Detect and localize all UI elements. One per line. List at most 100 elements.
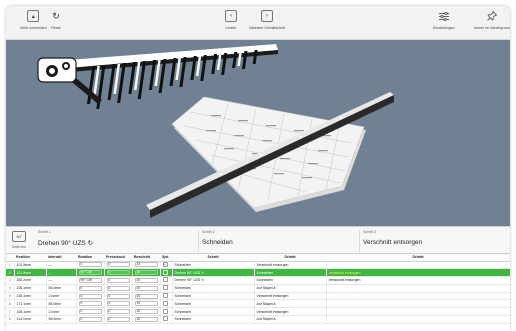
pressure-cell[interactable]: 0: [104, 268, 133, 278]
position-cell[interactable]: 114.1mm: [14, 315, 47, 324]
stack-checkbox[interactable]: [162, 300, 168, 306]
table-row[interactable]: 6 171.1mm 55.0mm 0 0 10 Schneiden Auf Stapel A: [6, 299, 510, 309]
trim-cell[interactable]: 10: [132, 276, 161, 285]
trim-field[interactable]: 10: [134, 309, 158, 315]
position-cell[interactable]: 101.5mm: [14, 261, 47, 270]
table-row[interactable]: 4 226.1mm 55.0mm 0 0 10 Schneiden Auf Stapel A: [6, 284, 510, 293]
flip-page-button[interactable]: ▴ Seite umwenden: [20, 10, 47, 30]
stack-checkbox[interactable]: [162, 277, 168, 283]
col-header-position[interactable]: Position: [14, 254, 46, 262]
trim-field[interactable]: 10: [134, 301, 158, 307]
rotation-field[interactable]: 0: [78, 309, 102, 315]
pressure-field[interactable]: 0: [106, 316, 130, 322]
pressure-field[interactable]: 0: [106, 277, 130, 283]
table-row[interactable]: 5 226.1mm 2.0mm 0 0 10 Schneiden Verschnitt ent…: [6, 292, 510, 301]
stack-cell[interactable]: [160, 276, 173, 285]
pressure-cell[interactable]: 0: [104, 315, 133, 324]
trim-cell[interactable]: 10: [132, 284, 161, 293]
position-cell[interactable]: 121.5mm: [14, 268, 47, 278]
col-header-pressure[interactable]: Pressdruck: [104, 254, 132, 262]
stack-cell[interactable]: [160, 307, 173, 317]
pressure-field[interactable]: 0: [106, 293, 130, 299]
pressure-field[interactable]: 0: [106, 270, 130, 276]
3d-viewport[interactable]: [6, 40, 510, 226]
trim-cell[interactable]: 10: [132, 307, 161, 317]
rotation-field[interactable]: 90° CW: [78, 270, 102, 276]
trim-field[interactable]: 10: [134, 270, 158, 276]
rotation-cell[interactable]: 0: [76, 307, 105, 317]
trim-cell[interactable]: 10: [132, 315, 161, 324]
rotation-cell[interactable]: 0: [76, 261, 105, 270]
rotation-field[interactable]: 0: [78, 293, 102, 299]
pressure-cell[interactable]: 0: [104, 276, 133, 285]
position-cell[interactable]: 226.1mm: [14, 284, 47, 293]
interval-cell[interactable]: —: [46, 261, 77, 270]
table-row[interactable]: 1 101.5mm —0 0 10 ✓ Schneiden Verschnitt entsor…: [6, 261, 510, 270]
settings-button[interactable]: Einstellungen: [433, 10, 455, 30]
stack-checkbox[interactable]: [162, 293, 168, 299]
trim-cell[interactable]: 10: [132, 261, 161, 270]
rotation-cell[interactable]: 0: [76, 299, 105, 309]
reset-button[interactable]: ↻ Reset: [50, 10, 62, 31]
stack-cell[interactable]: [160, 284, 173, 293]
rotation-field[interactable]: 90° CW: [78, 277, 102, 283]
rotation-field[interactable]: 0: [78, 262, 102, 268]
rotation-field[interactable]: 0: [78, 301, 102, 307]
interval-cell[interactable]: —: [46, 276, 77, 285]
stack-cell[interactable]: ✓: [160, 261, 173, 270]
trim-cell[interactable]: 10: [132, 292, 161, 301]
col-header-step-2[interactable]: Schritt: [254, 254, 326, 262]
trim-field[interactable]: 10: [134, 262, 158, 268]
stack-cell[interactable]: [160, 315, 173, 324]
table-row[interactable]: 7 169.1mm 2.0mm 0 0 10 Schneiden Verschnitt ent…: [6, 307, 510, 317]
table-row[interactable]: 8 114.1mm 55.0mm 0 0 10 Schneiden Auf Stapel A: [6, 315, 510, 324]
pressure-field[interactable]: 0: [106, 309, 130, 315]
pressure-cell[interactable]: 0: [104, 284, 133, 293]
stack-checkbox[interactable]: [162, 269, 168, 275]
col-header-stack[interactable]: Sjst: [160, 254, 172, 262]
interval-cell[interactable]: 55.0mm: [46, 284, 77, 293]
interval-cell[interactable]: —: [46, 268, 77, 278]
rotation-cell[interactable]: 0: [76, 315, 105, 324]
pressure-field[interactable]: 0: [106, 285, 130, 291]
position-cell[interactable]: 226.1mm: [14, 292, 47, 301]
trim-field[interactable]: 10: [134, 277, 158, 283]
pressure-cell[interactable]: 0: [104, 261, 133, 270]
table-row[interactable]: 3 282.2mm —90° CW 0 10 Drehen 90° UZS ↻ Schnei…: [6, 276, 510, 285]
position-cell[interactable]: 282.2mm: [14, 276, 47, 285]
trim-field[interactable]: 10: [134, 285, 158, 291]
pressure-cell[interactable]: 0: [104, 292, 133, 301]
rotation-field[interactable]: 0: [78, 316, 102, 322]
trim-cell[interactable]: 10: [132, 268, 161, 278]
previous-step-button[interactable]: ‹ Letzter: [225, 10, 237, 30]
pressure-cell[interactable]: 0: [104, 299, 133, 309]
col-header-interval[interactable]: Intervall: [46, 254, 76, 262]
rotation-field[interactable]: 0: [78, 285, 102, 291]
next-step-button[interactable]: › Nächster Schnittschritt: [249, 10, 285, 30]
interval-cell[interactable]: 2.0mm: [46, 307, 77, 317]
rotation-cell[interactable]: 90° CW: [76, 268, 105, 278]
step-2[interactable]: Schritt 2 Schneiden: [202, 230, 233, 246]
col-header-step-3[interactable]: Schritt: [326, 254, 510, 262]
position-cell[interactable]: 169.1mm: [14, 307, 47, 317]
stack-checkbox[interactable]: ✓: [162, 262, 168, 268]
col-header-rotation[interactable]: Rotation: [76, 254, 104, 262]
new-page-button[interactable]: N7: [12, 231, 26, 242]
interval-cell[interactable]: 2.0mm: [46, 292, 77, 301]
pressure-field[interactable]: 0: [106, 301, 130, 307]
trim-field[interactable]: 10: [134, 293, 158, 299]
rotation-cell[interactable]: 0: [76, 292, 105, 301]
trim-cell[interactable]: 10: [132, 299, 161, 309]
stack-checkbox[interactable]: [162, 316, 168, 322]
col-header-trim[interactable]: Beschnitt: [132, 254, 160, 262]
position-cell[interactable]: 171.1mm: [14, 299, 47, 309]
col-header-step-1[interactable]: Schritt: [172, 254, 254, 262]
interval-cell[interactable]: 55.0mm: [46, 315, 77, 324]
stack-cell[interactable]: [160, 299, 173, 309]
stack-checkbox[interactable]: [162, 308, 168, 314]
rotation-cell[interactable]: 0: [76, 284, 105, 293]
interval-cell[interactable]: 55.0mm: [46, 299, 77, 309]
step-3[interactable]: Schritt 3 Verschnitt entsorgen: [363, 230, 422, 246]
pressure-field[interactable]: 0: [106, 262, 130, 268]
pin-on-top-button[interactable]: Immer im Vordergrund: [474, 10, 510, 30]
